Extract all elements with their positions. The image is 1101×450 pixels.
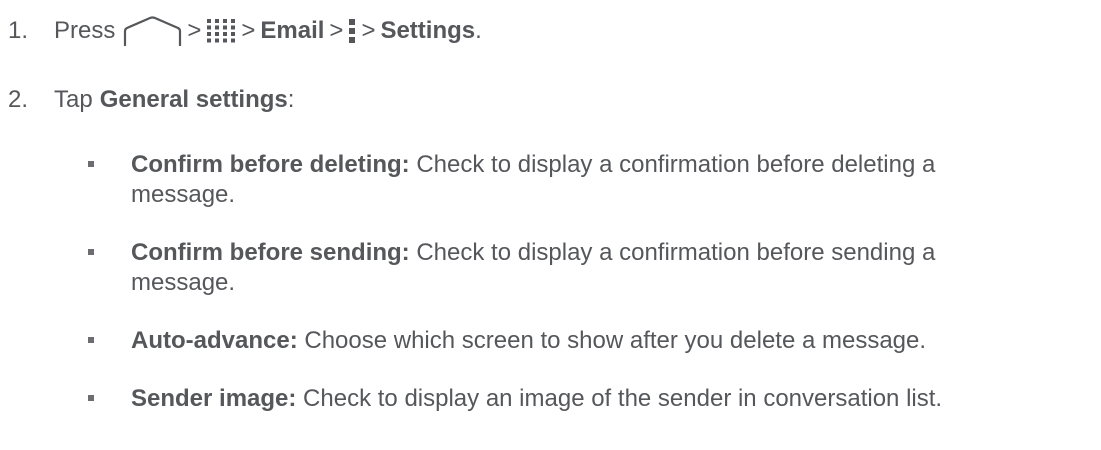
step-end-punct: :: [287, 86, 295, 113]
bullet-icon: [88, 326, 100, 356]
step-2: 2. Tap General settings :: [8, 85, 294, 115]
item-term: Confirm before sending:: [131, 239, 410, 266]
list-item: Confirm before deleting: Check to displa…: [131, 150, 1091, 210]
home-icon: [123, 15, 182, 47]
list-item: Auto-advance: Choose which screen to sho…: [131, 326, 1091, 356]
separator: >: [187, 17, 202, 44]
separator: >: [329, 17, 344, 44]
apps-grid-icon: [206, 18, 236, 44]
item-term: Confirm before deleting:: [131, 151, 410, 178]
step-number: 1.: [8, 17, 29, 44]
step-end-punct: .: [475, 17, 482, 44]
item-description: Check to display a confirmation before s…: [409, 239, 936, 266]
item-description-cont: message.: [131, 269, 236, 296]
item-description-cont: message.: [131, 181, 236, 208]
bullet-icon: [88, 150, 100, 180]
item-description: Choose which screen to show after you de…: [297, 327, 927, 354]
bullet-icon: [88, 238, 100, 268]
item-term: Sender image:: [131, 385, 297, 412]
separator: >: [241, 17, 256, 44]
item-description: Check to display an image of the sender …: [296, 385, 943, 412]
item-term: Auto-advance:: [131, 327, 298, 354]
step-text-prefix: Tap: [54, 86, 93, 113]
bullet-icon: [88, 384, 100, 414]
step-text-prefix: Press: [54, 17, 116, 44]
step-number: 2.: [8, 86, 29, 113]
email-app-label: Email: [260, 17, 325, 44]
item-description: Check to display a confirmation before d…: [409, 151, 936, 178]
list-item: Sender image: Check to display an image …: [131, 384, 1091, 414]
step-1: 1. Press > > Email > > Settings .: [8, 15, 482, 47]
general-settings-label: General settings: [99, 86, 288, 113]
separator: >: [361, 17, 376, 44]
menu-dots-icon: [348, 18, 356, 44]
settings-label: Settings: [380, 17, 476, 44]
list-item: Confirm before sending: Check to display…: [131, 238, 1091, 298]
